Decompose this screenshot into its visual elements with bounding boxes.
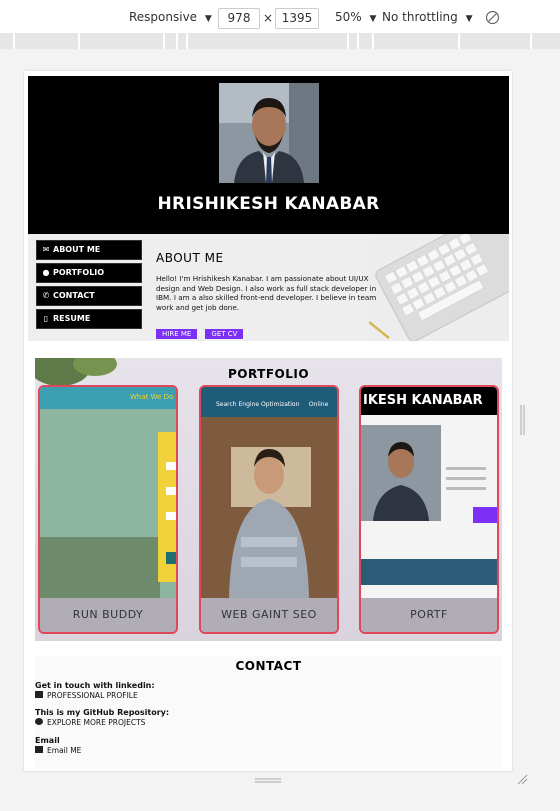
side-nav: ✉ ABOUT ME ● PORTFOLIO ✆ CONTACT ▯ RESUME — [36, 240, 142, 332]
zoom-label: 50% — [335, 10, 362, 24]
about-title: ABOUT ME — [156, 251, 224, 265]
envelope-open-icon — [35, 746, 43, 753]
portfolio-section: PORTFOLIO What We Do RUN BUDDY Search En… — [35, 358, 502, 641]
email-link-text: Email ME — [47, 746, 82, 755]
linkedin-label: Get in touch with linkedin: — [35, 681, 155, 690]
about-paragraph: Hello! I'm Hrishikesh Kanabar. I am pass… — [156, 274, 377, 312]
keyboard-background-image — [369, 234, 509, 341]
device-label: Responsive — [129, 10, 198, 24]
dimension-separator: × — [263, 11, 274, 25]
about-buttons: HIRE ME GET CV — [156, 321, 246, 340]
portfolio-card-portfolio[interactable]: IKESH KANABAR PORTF — [359, 385, 499, 634]
chevron-down-icon: ▼ — [465, 14, 473, 24]
throttling-selector[interactable]: No throttling ▼ — [382, 10, 473, 24]
hero-name: HRISHIKESH KANABAR — [157, 194, 380, 214]
bottom-resize-handle[interactable] — [255, 777, 281, 785]
get-cv-button[interactable]: GET CV — [205, 329, 244, 339]
portfolio-card-run-buddy[interactable]: What We Do RUN BUDDY — [38, 385, 178, 634]
media-query-ruler[interactable] — [0, 33, 560, 49]
github-link-text: EXPLORE MORE PROJECTS — [47, 718, 146, 727]
email-label: Email — [35, 736, 60, 745]
envelope-icon: ✉ — [42, 245, 50, 254]
run-buddy-banner: What We Do — [130, 393, 174, 401]
nav-about-label: ABOUT ME — [53, 245, 101, 254]
web-giant-screenshot — [201, 387, 337, 598]
portfolio-caption-portfolio: PORTF — [361, 598, 497, 632]
portfolio-banner: IKESH KANABAR — [363, 393, 483, 408]
profile-photo — [219, 83, 319, 183]
portfolio-card-web-giant-seo[interactable]: Search Engine Optimization Online WEB GA… — [199, 385, 339, 634]
github-icon — [35, 718, 43, 725]
web-giant-banner: Search Engine Optimization Online — [216, 401, 329, 408]
phone-icon: ✆ — [42, 291, 50, 300]
height-input[interactable]: 1395 — [275, 8, 319, 29]
rotate-disabled-icon[interactable] — [485, 10, 500, 25]
linkedin-link[interactable]: PROFESSIONAL PROFILE — [35, 691, 138, 700]
portfolio-title: PORTFOLIO — [227, 367, 310, 381]
right-resize-handle[interactable] — [520, 405, 526, 435]
linkedin-icon — [35, 691, 43, 698]
chevron-down-icon: ▼ — [204, 14, 212, 24]
run-buddy-screenshot — [40, 387, 176, 598]
nav-contact-label: CONTACT — [53, 291, 95, 300]
about-section: ✉ ABOUT ME ● PORTFOLIO ✆ CONTACT ▯ RESUME AB… — [28, 234, 509, 341]
throttling-label: No throttling — [382, 10, 458, 24]
contact-section: CONTACT Get in touch with linkedin: PROF… — [35, 656, 502, 768]
portfolio-screenshot — [361, 387, 497, 598]
chevron-down-icon: ▼ — [369, 14, 377, 24]
chat-icon: ● — [42, 268, 50, 277]
mobile-icon: ▯ — [43, 314, 49, 323]
nav-portfolio-button[interactable]: ● PORTFOLIO — [36, 263, 142, 283]
hero-header: HRISHIKESH KANABAR — [28, 76, 509, 234]
nav-contact-button[interactable]: ✆ CONTACT — [36, 286, 142, 306]
github-link[interactable]: EXPLORE MORE PROJECTS — [35, 718, 145, 727]
width-input[interactable]: 978 — [218, 8, 260, 29]
device-selector[interactable]: Responsive ▼ — [129, 10, 212, 24]
devtools-toolbar: Responsive ▼ 978 × 1395 50% ▼ No throttl… — [0, 0, 560, 37]
nav-resume-button[interactable]: ▯ RESUME — [36, 309, 142, 329]
linkedin-link-text: PROFESSIONAL PROFILE — [47, 691, 138, 700]
github-label: This is my GitHub Repository: — [35, 708, 170, 717]
nav-about-button[interactable]: ✉ ABOUT ME — [36, 240, 142, 260]
corner-resize-handle[interactable] — [516, 773, 528, 785]
nav-portfolio-label: PORTFOLIO — [53, 268, 105, 277]
nav-resume-label: RESUME — [53, 314, 91, 323]
zoom-selector[interactable]: 50% ▼ — [335, 10, 376, 24]
email-link[interactable]: Email ME — [35, 746, 81, 755]
portfolio-caption-web-giant-seo: WEB GAINT SEO — [201, 598, 337, 632]
hire-me-button[interactable]: HIRE ME — [156, 329, 198, 339]
portfolio-caption-run-buddy: RUN BUDDY — [40, 598, 176, 632]
contact-title: CONTACT — [235, 659, 302, 673]
page-viewport: HRISHIKESH KANABAR ✉ ABOUT ME ● PORTFOLI… — [24, 71, 512, 771]
